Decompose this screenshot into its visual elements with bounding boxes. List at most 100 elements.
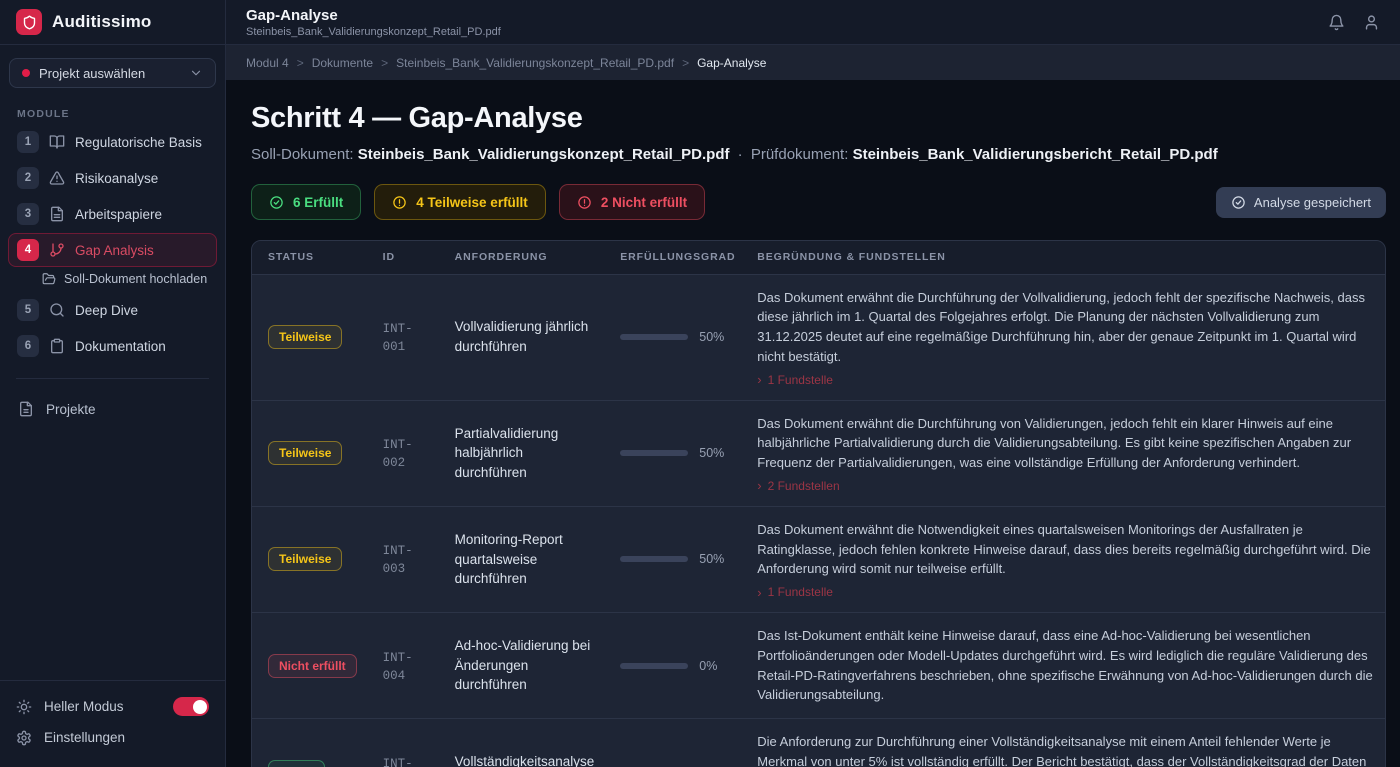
project-status-dot xyxy=(22,69,30,77)
sidebar-item-label: Dokumentation xyxy=(75,339,166,354)
progress: 50% xyxy=(620,330,731,344)
fundstellen-link[interactable]: › 1 Fundstelle xyxy=(757,373,1375,387)
module-number: 6 xyxy=(17,335,39,357)
justification-text: Die Anforderung zur Durchführung einer V… xyxy=(757,732,1375,767)
progress-track xyxy=(620,663,688,669)
sidebar-item-regulatorische-basis[interactable]: 1 Regulatorische Basis xyxy=(8,125,217,159)
chevron-right-icon: › xyxy=(757,586,761,599)
column-header-id: ID xyxy=(367,241,439,274)
sidebar-item-arbeitspapiere[interactable]: 3 Arbeitspapiere xyxy=(8,197,217,231)
search-icon xyxy=(49,302,65,318)
status-badge: Nicht erfüllt xyxy=(268,654,357,678)
column-header-anforderung: ANFORDERUNG xyxy=(439,241,605,274)
stats-row: 6 Erfüllt 4 Teilweise erfüllt 2 Nicht er… xyxy=(251,184,1386,220)
column-header-status: STATUS xyxy=(252,241,367,274)
table-body: Teilweise INT-001 Vollvalidierung jährli… xyxy=(252,274,1385,767)
bell-icon[interactable] xyxy=(1328,14,1345,31)
breadcrumb-separator: > xyxy=(682,56,689,70)
progress-track xyxy=(620,450,688,456)
fundstellen-label: 1 Fundstelle xyxy=(768,585,833,599)
sidebar-item-label: Regulatorische Basis xyxy=(75,135,202,150)
table-row: Nicht erfüllt INT-004 Ad-hoc-Validierung… xyxy=(252,613,1385,719)
sidebar-spacer xyxy=(0,425,225,680)
requirement-id: INT-002 xyxy=(383,438,413,470)
sidebar-item-gap-analysis[interactable]: 4 Gap Analysis xyxy=(8,233,217,267)
progress-percent: 50% xyxy=(699,330,724,344)
justification-text: Das Dokument erwähnt die Notwendigkeit e… xyxy=(757,520,1375,579)
requirement-text: Partialvalidierung halbjährlich durchfüh… xyxy=(455,424,595,483)
topbar-subtitle: Steinbeis_Bank_Validierungskonzept_Retai… xyxy=(246,26,501,38)
project-select[interactable]: Projekt auswählen xyxy=(9,58,216,88)
light-mode-toggle[interactable] xyxy=(173,697,209,716)
documents-line: Soll-Dokument: Steinbeis_Bank_Validierun… xyxy=(251,146,1386,163)
app-name: Auditissimo xyxy=(52,12,152,32)
fundstellen-label: 2 Fundstellen xyxy=(768,479,840,493)
status-badge: Teilweise xyxy=(268,547,342,571)
requirement-id: INT-001 xyxy=(383,322,413,354)
module-number: 3 xyxy=(17,203,39,225)
sidebar-item-projekte[interactable]: Projekte xyxy=(8,393,217,425)
breadcrumb-item-modul-4[interactable]: Modul 4 xyxy=(246,56,289,70)
sidebar-subitem-soll-dokument-hochladen[interactable]: Soll-Dokument hochladen xyxy=(0,268,225,292)
toggle-knob xyxy=(193,700,207,714)
user-icon[interactable] xyxy=(1363,14,1380,31)
fundstellen-label: 1 Fundstelle xyxy=(768,373,833,387)
stat-erfuellt: 6 Erfüllt xyxy=(251,184,361,220)
stat-label: 2 Nicht erfüllt xyxy=(601,195,687,210)
folder-open-icon xyxy=(42,272,56,286)
progress: 50% xyxy=(620,446,731,460)
module-number: 1 xyxy=(17,131,39,153)
shield-logo-icon xyxy=(16,9,42,35)
modules-section-label: MODULE xyxy=(17,108,225,120)
column-header-erfuellungsgrad: ERFÜLLUNGSGRAD xyxy=(604,241,741,274)
progress: 0% xyxy=(620,659,731,673)
file-icon xyxy=(18,401,34,417)
pruefdokument-value: Steinbeis_Bank_Validierungsbericht_Retai… xyxy=(853,146,1218,163)
module-number: 5 xyxy=(17,299,39,321)
table-row: Teilweise INT-003 Monitoring-Report quar… xyxy=(252,506,1385,612)
soll-dokument-value: Steinbeis_Bank_Validierungskonzept_Retai… xyxy=(358,146,730,163)
sidebar-item-dokumentation[interactable]: 6 Dokumentation xyxy=(8,329,217,363)
analyse-saved-button[interactable]: Analyse gespeichert xyxy=(1216,187,1386,218)
chevron-down-icon xyxy=(189,66,203,80)
book-open-icon xyxy=(49,134,65,150)
status-badge: Teilweise xyxy=(268,325,342,349)
alert-circle-icon xyxy=(577,195,592,210)
settings-row[interactable]: Einstellungen xyxy=(16,722,209,753)
check-circle-icon xyxy=(269,195,284,210)
justification-text: Das Dokument erwähnt die Durchführung de… xyxy=(757,288,1375,367)
fundstellen-link[interactable]: › 2 Fundstellen xyxy=(757,479,1375,493)
fundstellen-link[interactable]: › 1 Fundstelle xyxy=(757,585,1375,599)
column-header-begruendung: BEGRÜNDUNG & FUNDSTELLEN xyxy=(741,241,1385,274)
gear-icon xyxy=(16,730,32,746)
sidebar-item-label: Arbeitspapiere xyxy=(75,207,162,222)
breadcrumb: Modul 4 > Dokumente > Steinbeis_Bank_Val… xyxy=(226,45,1400,80)
breadcrumb-item-dokument[interactable]: Steinbeis_Bank_Validierungskonzept_Retai… xyxy=(396,56,674,70)
settings-label: Einstellungen xyxy=(44,730,125,745)
breadcrumb-separator: > xyxy=(381,56,388,70)
doc-separator: · xyxy=(738,146,743,163)
table-row: Teilweise INT-001 Vollvalidierung jährli… xyxy=(252,274,1385,400)
page-title: Schritt 4 — Gap-Analyse xyxy=(251,102,1386,135)
sidebar-item-deep-dive[interactable]: 5 Deep Dive xyxy=(8,293,217,327)
light-mode-label: Heller Modus xyxy=(44,699,124,714)
chevron-right-icon: › xyxy=(757,479,761,492)
topbar-title: Gap-Analyse xyxy=(246,7,501,24)
stat-nicht-erfuellt: 2 Nicht erfüllt xyxy=(559,184,705,220)
clipboard-icon xyxy=(49,338,65,354)
module-number: 2 xyxy=(17,167,39,189)
app-root: Auditissimo Projekt auswählen MODULE 1 R… xyxy=(0,0,1400,767)
topbar: Gap-Analyse Steinbeis_Bank_Validierungsk… xyxy=(226,0,1400,45)
sidebar-item-risikoanalyse[interactable]: 2 Risikoanalyse xyxy=(8,161,217,195)
sidebar-subitem-label: Soll-Dokument hochladen xyxy=(64,272,207,286)
progress: 50% xyxy=(620,552,731,566)
table-row: Erfüllt INT-005 Vollständigkeitsanalyse … xyxy=(252,719,1385,767)
topbar-titles: Gap-Analyse Steinbeis_Bank_Validierungsk… xyxy=(246,7,501,38)
stat-label: 4 Teilweise erfüllt xyxy=(416,195,528,210)
logo-row: Auditissimo xyxy=(0,0,225,45)
sidebar-item-label: Risikoanalyse xyxy=(75,171,158,186)
status-badge: Teilweise xyxy=(268,441,342,465)
requirement-id: INT-005 xyxy=(383,757,413,767)
progress-percent: 50% xyxy=(699,552,724,566)
breadcrumb-item-dokumente[interactable]: Dokumente xyxy=(312,56,373,70)
